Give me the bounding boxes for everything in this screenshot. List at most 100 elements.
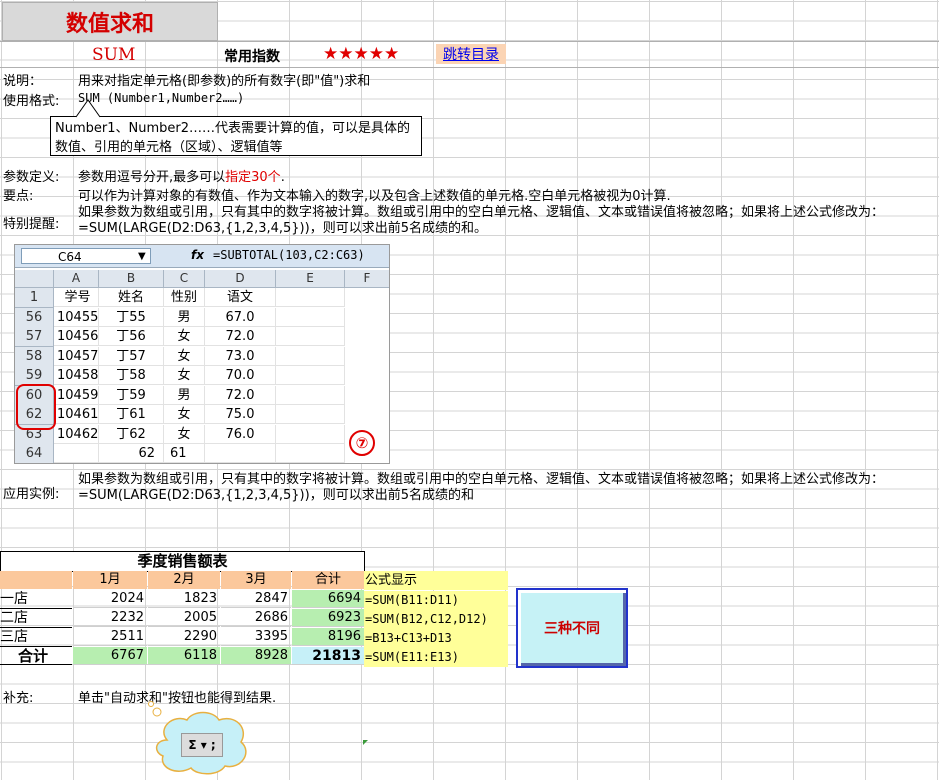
cell bbox=[276, 346, 345, 366]
cell: 10462 bbox=[54, 424, 99, 444]
row-number: 56 bbox=[15, 307, 54, 328]
cell bbox=[276, 444, 345, 463]
column-header: C bbox=[164, 270, 205, 288]
total-cell: 21813 bbox=[292, 647, 364, 665]
corner-header bbox=[15, 270, 54, 288]
jump-to-contents-link[interactable]: 跳转目录 bbox=[436, 44, 506, 64]
value-cell: 8928 bbox=[221, 647, 291, 665]
key-points-text: 可以作为计算对象的有数值、作为文本输入的数字,以及包含上述数值的单元格.空白单元… bbox=[78, 189, 671, 204]
value-cell: 1823 bbox=[148, 590, 220, 608]
formula-text: =SUBTOTAL(103,C2:C63) bbox=[213, 248, 365, 262]
total-cell: 6694 bbox=[292, 590, 364, 608]
example-text: 如果参数为数组或引用，只有其中的数字将被计算。数组或引用中的空白单元格、逻辑值、… bbox=[78, 472, 885, 503]
row-number: 58 bbox=[15, 346, 54, 367]
star-rating: ★★★★★ bbox=[323, 44, 400, 64]
formula-cell: =SUM(B12,C12,D12) bbox=[364, 610, 508, 629]
parameter-label: 参数定义: bbox=[3, 170, 60, 185]
special-note-label: 特别提醒: bbox=[3, 217, 60, 232]
cell bbox=[276, 327, 345, 346]
value-cell: 2024 bbox=[73, 590, 147, 608]
autosum-button[interactable]: Σ ▾ ; bbox=[181, 733, 223, 757]
key-points-label: 要点: bbox=[3, 189, 34, 204]
cell-indicator bbox=[363, 740, 368, 745]
row-number: 1 bbox=[15, 288, 54, 308]
value-cell: 2005 bbox=[148, 609, 220, 627]
row-number: 57 bbox=[15, 327, 54, 347]
header-cell bbox=[0, 571, 72, 589]
row-number: 64 bbox=[15, 444, 54, 463]
store-name: 二店 bbox=[0, 609, 72, 628]
store-name: 三店 bbox=[0, 628, 72, 647]
value-cell: 2511 bbox=[73, 628, 147, 646]
divider bbox=[0, 41, 939, 42]
cell bbox=[276, 385, 345, 405]
cell bbox=[205, 444, 276, 463]
cell: 男 bbox=[164, 307, 205, 327]
cell: 73.0 bbox=[205, 346, 276, 366]
value-cell: 6118 bbox=[148, 647, 220, 665]
supplement-label: 补充: bbox=[3, 691, 34, 706]
value-cell: 2847 bbox=[221, 590, 291, 608]
row-number: 59 bbox=[15, 366, 54, 386]
value-cell: 3395 bbox=[221, 628, 291, 646]
header-cell: 1月 bbox=[73, 571, 147, 589]
cell: 10457 bbox=[54, 346, 99, 366]
cell: 性别 bbox=[164, 288, 205, 307]
cell: 语文 bbox=[205, 288, 276, 307]
cell: 10455 bbox=[54, 307, 99, 327]
divider bbox=[0, 67, 939, 68]
example-label: 应用实例: bbox=[3, 487, 60, 502]
format-label: 使用格式: bbox=[3, 94, 60, 109]
cell: 丁55 bbox=[99, 307, 164, 327]
cell: 67.0 bbox=[205, 307, 276, 327]
special-note-text: 如果参数为数组或引用，只有其中的数字将被计算。数组或引用中的空白单元格、逻辑值、… bbox=[78, 205, 885, 236]
cell bbox=[54, 444, 99, 463]
cell: 10458 bbox=[54, 366, 99, 385]
cell: 女 bbox=[164, 366, 205, 385]
cell: 女 bbox=[164, 346, 205, 366]
cell bbox=[276, 288, 345, 307]
sales-table-title: 季度销售额表 bbox=[0, 551, 365, 572]
cell: 姓名 bbox=[99, 288, 164, 307]
three-methods-button[interactable]: 三种不同 bbox=[516, 588, 628, 668]
dropdown-arrow-icon: ▼ bbox=[138, 251, 146, 262]
cell: 丁62 bbox=[99, 424, 164, 444]
cell: 62 bbox=[99, 444, 164, 463]
parameter-callout: Number1、Number2……代表需要计算的值，可以是具体的数值、引用的单元… bbox=[50, 116, 422, 156]
cell: 丁57 bbox=[99, 346, 164, 366]
callout-pointer bbox=[75, 99, 101, 118]
cell: 70.0 bbox=[205, 366, 276, 385]
total-cell: 8196 bbox=[292, 628, 364, 646]
store-name: 一店 bbox=[0, 590, 72, 609]
total-cell: 6923 bbox=[292, 609, 364, 627]
cell: 男 bbox=[164, 385, 205, 405]
cell: 10461 bbox=[54, 405, 99, 424]
column-header: E bbox=[276, 270, 345, 288]
value-cell: 2232 bbox=[73, 609, 147, 627]
cell: 丁58 bbox=[99, 366, 164, 385]
column-header: D bbox=[205, 270, 276, 288]
cell bbox=[276, 307, 345, 327]
cell: 10459 bbox=[54, 385, 99, 405]
parameter-text-main: 参数用逗号分开,最多可以 bbox=[78, 170, 226, 185]
column-header: B bbox=[99, 270, 164, 288]
autosum-callout-cloud: Σ ▾ ; bbox=[145, 700, 255, 778]
cell: 女 bbox=[164, 327, 205, 346]
cell: 10456 bbox=[54, 327, 99, 346]
header-cell: 合计 bbox=[292, 571, 364, 589]
cell: 61 bbox=[164, 444, 205, 463]
highlight-oval bbox=[16, 384, 56, 430]
function-name: SUM bbox=[92, 45, 136, 65]
cell bbox=[276, 366, 345, 385]
description-label: 说明： bbox=[3, 74, 43, 89]
step-marker: ⑦ bbox=[349, 430, 375, 456]
formula-cell: =SUM(B11:D11) bbox=[364, 591, 508, 610]
formula-cell: =B13+C13+D13 bbox=[364, 629, 508, 648]
cell: 丁56 bbox=[99, 327, 164, 346]
parameter-highlight: 指定30个 bbox=[225, 170, 281, 185]
frequency-label: 常用指数 bbox=[224, 49, 280, 65]
parameter-text: 参数用逗号分开,最多可以指定30个. bbox=[78, 166, 285, 185]
parameter-text-end: . bbox=[280, 170, 285, 185]
value-cell: 2290 bbox=[148, 628, 220, 646]
header-cell: 3月 bbox=[221, 571, 291, 589]
